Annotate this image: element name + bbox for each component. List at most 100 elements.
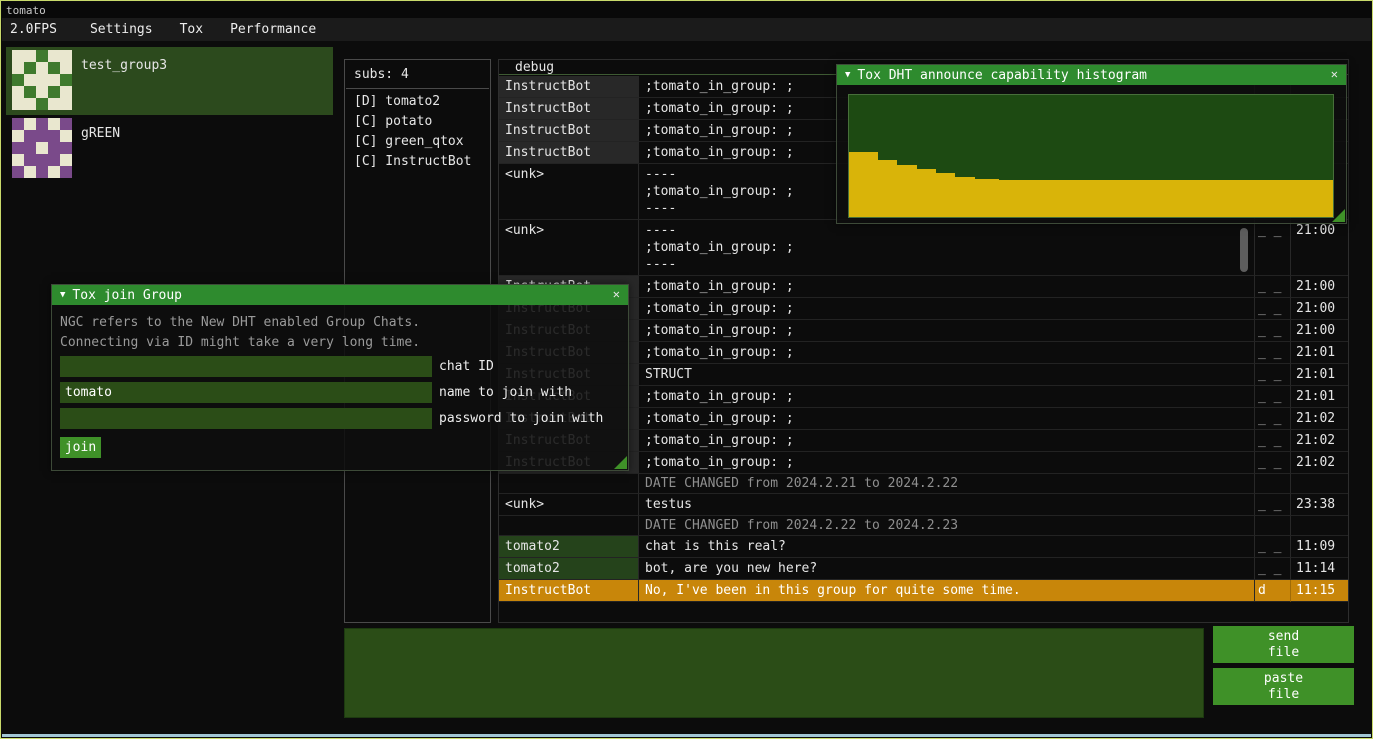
histogram-bar xyxy=(975,179,999,217)
name-to-join-with-input[interactable] xyxy=(60,382,432,403)
delivery-flags: _ _ xyxy=(1255,494,1291,516)
join-fields: chat ID name to join with password to join… xyxy=(60,356,620,429)
delivery-flags: _ _ xyxy=(1255,536,1291,558)
delivery-flags: _ _ xyxy=(1255,430,1291,452)
dht-histogram-window: ▼ Tox DHT announce capability histogram … xyxy=(836,64,1347,224)
resize-grip[interactable] xyxy=(614,456,627,469)
chat-ID-input[interactable] xyxy=(60,356,432,377)
sender-name: tomato2 xyxy=(499,558,639,580)
spacer-cell xyxy=(499,516,639,536)
close-icon[interactable]: ✕ xyxy=(1331,67,1338,81)
sender-name: InstructBot xyxy=(499,76,639,98)
join-group-window: ▼ Tox join Group ✕ NGC refers to the New… xyxy=(51,284,629,471)
menu-item-settings[interactable]: Settings xyxy=(90,22,153,37)
message-row: InstructBotNo, I've been in this group f… xyxy=(499,580,1348,602)
histogram-bar xyxy=(999,180,1334,217)
tab-debug[interactable]: debug xyxy=(515,60,554,75)
message-text: bot, are you new here? xyxy=(639,558,1255,580)
delivery-flags: _ _ xyxy=(1255,342,1291,364)
collapse-arrow-icon[interactable]: ▼ xyxy=(60,290,65,300)
message-input[interactable] xyxy=(344,628,1204,718)
group-item-gREEN[interactable]: gREEN xyxy=(6,115,333,183)
timestamp: 11:09 xyxy=(1291,536,1348,558)
sender-name: <unk> xyxy=(499,494,639,516)
sender-name: <unk> xyxy=(499,164,639,220)
message-text: No, I've been in this group for quite so… xyxy=(639,580,1255,602)
sender-name: InstructBot xyxy=(499,580,639,602)
timestamp: 21:01 xyxy=(1291,342,1348,364)
message-line: ;tomato_in_group: ; xyxy=(645,344,1254,361)
histogram-bar xyxy=(955,177,974,217)
join-description-line: NGC refers to the New DHT enabled Group … xyxy=(60,313,620,333)
message-text: ;tomato_in_group: ; xyxy=(639,298,1255,320)
delivery-flags: _ _ xyxy=(1255,364,1291,386)
menu-bar: 2.0FPS SettingsToxPerformance xyxy=(2,18,1371,41)
send-file-button[interactable]: send file xyxy=(1213,626,1354,663)
histogram-window-titlebar[interactable]: ▼ Tox DHT announce capability histogram … xyxy=(837,65,1346,85)
message-line: ;tomato_in_group: ; xyxy=(645,278,1254,295)
date-changed-row: DATE CHANGED from 2024.2.22 to 2024.2.23 xyxy=(499,516,1348,536)
message-text: ;tomato_in_group: ; xyxy=(639,386,1255,408)
sender-name: InstructBot xyxy=(499,142,639,164)
histogram-bar xyxy=(917,169,936,217)
message-line: testus xyxy=(645,496,1254,513)
date-changed-text: DATE CHANGED from 2024.2.22 to 2024.2.23 xyxy=(639,516,1255,536)
roster-item[interactable]: [C] green_qtox xyxy=(345,132,490,152)
join-window-body: NGC refers to the New DHT enabled Group … xyxy=(52,305,628,466)
window-title: tomato xyxy=(6,4,46,17)
delivery-flags: d xyxy=(1255,580,1291,602)
resize-grip[interactable] xyxy=(1332,209,1345,222)
collapse-arrow-icon[interactable]: ▼ xyxy=(845,70,850,80)
roster-item[interactable]: [C] potato xyxy=(345,112,490,132)
date-changed-text: DATE CHANGED from 2024.2.21 to 2024.2.22 xyxy=(639,474,1255,494)
histogram-window-title: Tox DHT announce capability histogram xyxy=(857,68,1147,83)
group-name: test_group3 xyxy=(81,58,167,73)
roster-item[interactable]: [C] InstructBot xyxy=(345,152,490,172)
field-label: password to join with xyxy=(439,411,603,426)
join-field-row: password to join with xyxy=(60,408,620,429)
field-label: chat ID xyxy=(439,359,494,374)
delivery-flags: _ _ xyxy=(1255,298,1291,320)
join-window-titlebar[interactable]: ▼ Tox join Group ✕ xyxy=(52,285,628,305)
message-line: ;tomato_in_group: ; xyxy=(645,432,1254,449)
join-button[interactable]: join xyxy=(60,437,101,458)
scrollbar-thumb[interactable] xyxy=(1240,228,1248,272)
timestamp: 21:01 xyxy=(1291,364,1348,386)
app-window: tomato 2.0FPS SettingsToxPerformance tes… xyxy=(0,0,1373,739)
roster-item[interactable]: [D] tomato2 xyxy=(345,92,490,112)
sender-name: <unk> xyxy=(499,220,639,276)
close-icon[interactable]: ✕ xyxy=(613,287,620,301)
histogram-bar xyxy=(849,152,878,217)
histogram-plot xyxy=(848,94,1334,218)
group-item-test_group3[interactable]: test_group3 xyxy=(6,47,333,115)
message-line: ;tomato_in_group: ; xyxy=(645,239,1254,256)
spacer-cell xyxy=(499,474,639,494)
timestamp: 21:02 xyxy=(1291,408,1348,430)
delivery-flags: _ _ xyxy=(1255,408,1291,430)
message-text: ;tomato_in_group: ; xyxy=(639,430,1255,452)
join-description-line: Connecting via ID might take a very long… xyxy=(60,333,620,353)
message-text: ----;tomato_in_group: ;---- xyxy=(639,220,1255,276)
timestamp: 11:15 xyxy=(1291,580,1348,602)
message-text: testus xyxy=(639,494,1255,516)
bottom-edge xyxy=(2,734,1371,737)
message-line: ;tomato_in_group: ; xyxy=(645,454,1254,471)
message-text: ;tomato_in_group: ; xyxy=(639,276,1255,298)
timestamp: 21:00 xyxy=(1291,276,1348,298)
sender-name: tomato2 xyxy=(499,536,639,558)
timestamp: 21:00 xyxy=(1291,220,1348,276)
password-to-join-with-input[interactable] xyxy=(60,408,432,429)
menu-item-performance[interactable]: Performance xyxy=(230,22,316,37)
field-label: name to join with xyxy=(439,385,572,400)
window-titlebar: tomato xyxy=(2,2,1371,18)
message-text: STRUCT xyxy=(639,364,1255,386)
message-line: ;tomato_in_group: ; xyxy=(645,410,1254,427)
menu-item-tox[interactable]: Tox xyxy=(180,22,203,37)
message-line: ---- xyxy=(645,256,1254,273)
delivery-flags: _ _ xyxy=(1255,558,1291,580)
paste-file-button[interactable]: paste file xyxy=(1213,668,1354,705)
delivery-flags: _ _ xyxy=(1255,220,1291,276)
message-line: ;tomato_in_group: ; xyxy=(645,300,1254,317)
message-line: ---- xyxy=(645,222,1254,239)
message-row: tomato2chat is this real?_ _11:09 xyxy=(499,536,1348,558)
